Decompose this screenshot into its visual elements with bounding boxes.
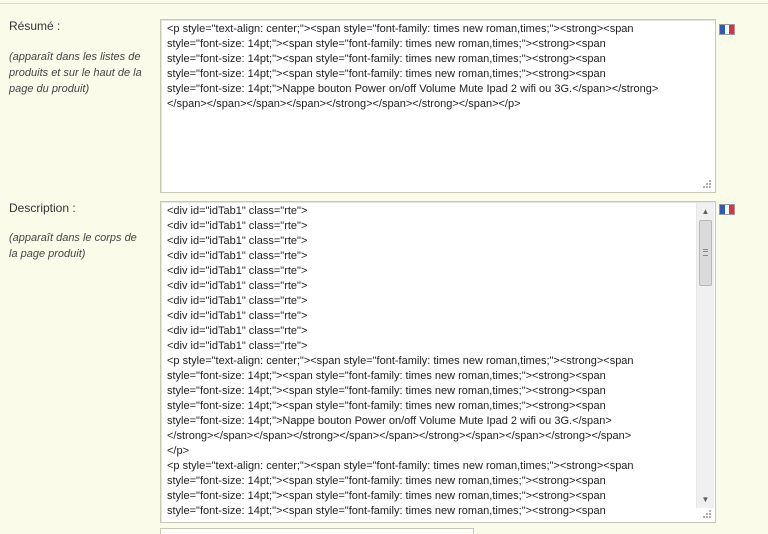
textarea-line: <div id="idTab1" class="rte"> (167, 265, 308, 277)
scroll-down-arrow-icon[interactable]: ▼ (697, 491, 714, 508)
top-divider (0, 3, 768, 4)
textarea-line: </strong></span></span></strong></span><… (167, 430, 632, 442)
textarea-line: </p> (167, 445, 190, 457)
resize-grip-icon[interactable] (701, 178, 712, 189)
flag-fr-icon[interactable] (719, 204, 735, 215)
textarea-line: style="font-size: 14pt;"><span style="fo… (167, 53, 606, 65)
description-hint-line: (apparaît dans le corps de (9, 232, 137, 244)
textarea-line: <div id="idTab1" class="rte"> (167, 280, 308, 292)
textarea-line: <div id="idTab1" class="rte"> (167, 325, 308, 337)
next-field-edge (160, 528, 474, 534)
scroll-up-arrow-icon[interactable]: ▲ (697, 203, 714, 220)
description-hint: (apparaît dans le corps de la page produ… (9, 230, 159, 262)
resume-hint: (apparaît dans les listes de produits et… (9, 49, 159, 97)
scroll-grip-icon (703, 249, 708, 256)
textarea-line: <div id="idTab1" class="rte"> (167, 220, 308, 232)
textarea-line: <p style="text-align: center;"><span sty… (167, 460, 634, 472)
description-hint-line: la page produit) (9, 248, 86, 260)
resume-text-content: <p style="text-align: center;"><span sty… (167, 22, 715, 112)
textarea-line: style="font-size: 14pt;"><span style="fo… (167, 38, 606, 50)
textarea-line: style="font-size: 14pt;">Nappe bouton Po… (167, 83, 659, 95)
flag-fr-icon[interactable] (719, 24, 735, 35)
textarea-line: style="font-size: 14pt;"><span style="fo… (167, 490, 606, 502)
textarea-line: <p style="text-align: center;"><span sty… (167, 355, 634, 367)
textarea-line: <p style="text-align: center;"><span sty… (167, 23, 634, 35)
textarea-line: style="font-size: 14pt;"><span style="fo… (167, 475, 606, 487)
flag-stripe (729, 25, 735, 34)
textarea-line: <div id="idTab1" class="rte"> (167, 340, 308, 352)
textarea-line: <div id="idTab1" class="rte"> (167, 295, 308, 307)
resume-hint-line: page du produit) (9, 83, 90, 95)
resume-textarea[interactable]: <p style="text-align: center;"><span sty… (160, 19, 716, 193)
textarea-line: style="font-size: 14pt;"><span style="fo… (167, 370, 606, 382)
resize-grip-icon[interactable] (701, 508, 712, 519)
resume-label: Résumé : (9, 19, 61, 33)
flag-stripe (729, 205, 735, 214)
description-text-content: <div id="idTab1" class="rte"> <div id="id… (167, 204, 696, 519)
textarea-line: <div id="idTab1" class="rte"> (167, 250, 308, 262)
textarea-line: style="font-size: 14pt;"><span style="fo… (167, 400, 606, 412)
textarea-line: style="font-size: 14pt;">Nappe bouton Po… (167, 415, 612, 427)
textarea-line: style="font-size: 14pt;"><span style="fo… (167, 505, 606, 517)
description-label: Description : (9, 201, 76, 215)
textarea-line: style="font-size: 14pt;"><span style="fo… (167, 68, 606, 80)
textarea-line: <div id="idTab1" class="rte"> (167, 205, 308, 217)
textarea-line: style="font-size: 14pt;"><span style="fo… (167, 385, 606, 397)
textarea-line: <div id="idTab1" class="rte"> (167, 310, 308, 322)
scroll-thumb[interactable] (699, 220, 712, 286)
description-scrollbar[interactable]: ▲ ▼ (696, 203, 714, 508)
textarea-line: </span></span></span></span></strong></s… (167, 98, 521, 110)
resume-hint-line: produits et sur le haut de la (9, 67, 142, 79)
description-textarea[interactable]: <div id="idTab1" class="rte"> <div id="id… (160, 201, 716, 523)
resume-hint-line: (apparaît dans les listes de (9, 51, 141, 63)
textarea-line: <div id="idTab1" class="rte"> (167, 235, 308, 247)
